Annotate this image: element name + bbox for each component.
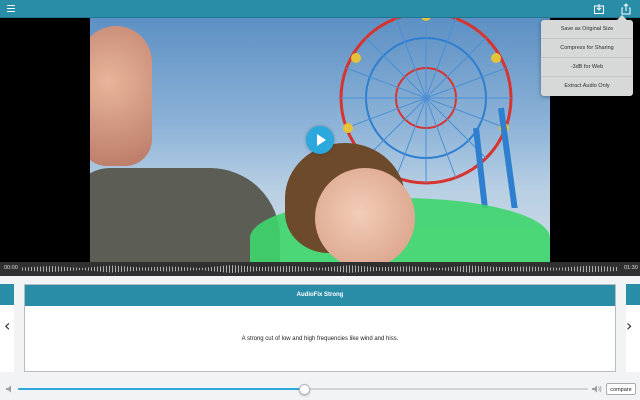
chevron-right-icon[interactable]: › [626, 318, 632, 334]
menu-icon[interactable] [7, 3, 17, 13]
share-icon[interactable] [620, 2, 632, 15]
preset-description: A strong cut of low and high frequencies… [241, 336, 399, 342]
extract-audio-only-option[interactable]: Extract Audio Only [541, 77, 633, 95]
compare-button[interactable]: compare [606, 383, 636, 395]
download-icon[interactable] [593, 2, 605, 14]
volume-low-icon [6, 385, 11, 393]
bottom-controls: compare [0, 380, 640, 400]
slider-thumb[interactable] [299, 384, 310, 395]
audio-timeline[interactable]: 00:00 01:30 [0, 262, 640, 276]
top-toolbar [0, 0, 640, 18]
compress-for-sharing-option[interactable]: Compress for Sharing [541, 39, 633, 58]
preset-card[interactable]: AudioFix Strong A strong cut of low and … [24, 284, 616, 372]
minus-3db-for-web-option[interactable]: -3dB for Web [541, 58, 633, 77]
save-original-size-option[interactable]: Save as Original Size [541, 20, 633, 39]
slider-fill [18, 388, 303, 390]
chevron-left-icon[interactable]: ‹ [4, 318, 10, 334]
person-face [90, 26, 152, 166]
play-button[interactable] [306, 126, 334, 154]
audio-waveform[interactable] [22, 265, 618, 273]
volume-high-icon [592, 385, 602, 393]
start-time: 00:00 [4, 265, 18, 271]
effect-mix-slider[interactable] [18, 384, 588, 395]
end-time: 01:30 [624, 265, 638, 271]
export-menu: Save as Original Size Compress for Shari… [541, 15, 633, 96]
preset-title: AudioFix Strong [25, 285, 615, 306]
child-face [315, 168, 415, 262]
